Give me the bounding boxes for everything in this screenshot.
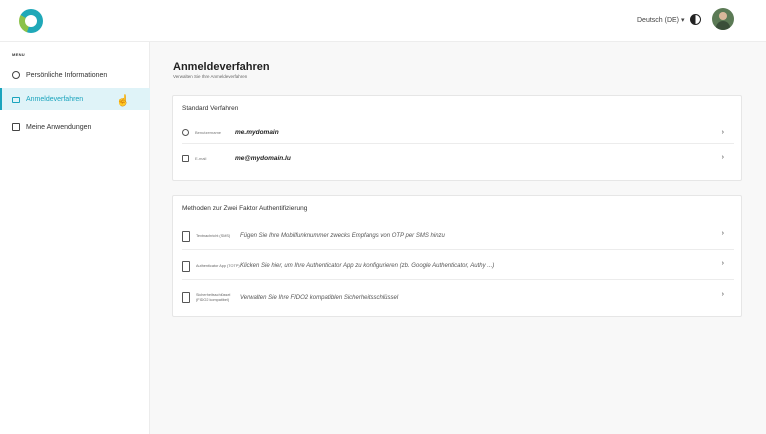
language-selector[interactable]: Deutsch (DE) ▾ xyxy=(637,16,684,24)
top-bar: Deutsch (DE) ▾ xyxy=(0,0,766,42)
row-label: Benutzername xyxy=(195,130,222,135)
page-subtitle: Verwalten Sie Ihre Anmeldeverfahren xyxy=(173,74,248,79)
page-title: Anmeldeverfahren xyxy=(173,61,270,73)
row-description: Klicken Sie hier, um Ihre Authenticator … xyxy=(240,263,495,269)
user-icon xyxy=(12,71,20,79)
sidebar-item-label: Persönliche Informationen xyxy=(26,71,108,79)
two-factor-card: Methoden zur Zwei Faktor Authentifizieru… xyxy=(172,195,742,317)
email-row[interactable]: E-mail me@mydomain.lu › xyxy=(182,147,734,169)
phone-icon xyxy=(182,260,190,272)
card-title: Standard Verfahren xyxy=(182,105,239,112)
sms-method-row[interactable]: Textnachricht (SMS) Fügen Sie Ihre Mobil… xyxy=(182,223,734,250)
user-icon xyxy=(182,129,189,136)
totp-method-row[interactable]: Authenticator App (TOTP) Klicken Sie hie… xyxy=(182,253,734,280)
chevron-right-icon[interactable]: › xyxy=(722,230,724,237)
sidebar-item-label: Anmeldeverfahren xyxy=(26,95,84,103)
username-row[interactable]: Benutzername me.mydomain › xyxy=(182,122,734,144)
card-title: Methoden zur Zwei Faktor Authentifizieru… xyxy=(182,205,308,212)
main-content: Anmeldeverfahren Verwalten Sie Ihre Anme… xyxy=(150,42,766,434)
key-icon xyxy=(182,292,190,303)
avatar[interactable] xyxy=(712,8,734,30)
pointer-cursor-icon: ☝ xyxy=(116,95,130,107)
row-description: Fügen Sie Ihre Mobilfunknummer zwecks Em… xyxy=(240,233,445,239)
row-label: E-mail xyxy=(195,155,207,161)
menu-title: MENU xyxy=(12,52,25,57)
standard-methods-card: Standard Verfahren Benutzername me.mydom… xyxy=(172,95,742,181)
app-logo[interactable] xyxy=(19,9,43,33)
lock-icon xyxy=(12,97,20,103)
row-value: me@mydomain.lu xyxy=(235,154,291,162)
apps-icon xyxy=(12,123,20,131)
phone-icon xyxy=(182,230,190,242)
chevron-right-icon[interactable]: › xyxy=(722,154,724,161)
row-label: Textnachricht (SMS) xyxy=(196,233,231,238)
mail-icon xyxy=(182,154,189,162)
chevron-right-icon[interactable]: › xyxy=(722,129,724,136)
sidebar-item-persoenliche-informationen[interactable]: Persönliche Informationen xyxy=(0,64,150,86)
sidebar-item-label: Meine Anwendungen xyxy=(26,123,92,131)
sidebar-item-meine-anwendungen[interactable]: Meine Anwendungen xyxy=(0,116,150,138)
chevron-right-icon[interactable]: › xyxy=(722,291,724,298)
row-value: me.mydomain xyxy=(235,129,279,136)
chevron-right-icon[interactable]: › xyxy=(722,260,724,267)
row-description: Verwalten Sie Ihre FIDO2 kompatiblen Sic… xyxy=(240,294,399,301)
security-key-method-row[interactable]: Sicherheitsschlüssel (FIDO2 kompatibel) … xyxy=(182,284,734,311)
row-label: Authenticator App (TOTP) xyxy=(196,263,240,268)
theme-toggle-icon[interactable] xyxy=(690,14,701,25)
row-label: Sicherheitsschlüssel (FIDO2 kompatibel) xyxy=(196,292,231,302)
